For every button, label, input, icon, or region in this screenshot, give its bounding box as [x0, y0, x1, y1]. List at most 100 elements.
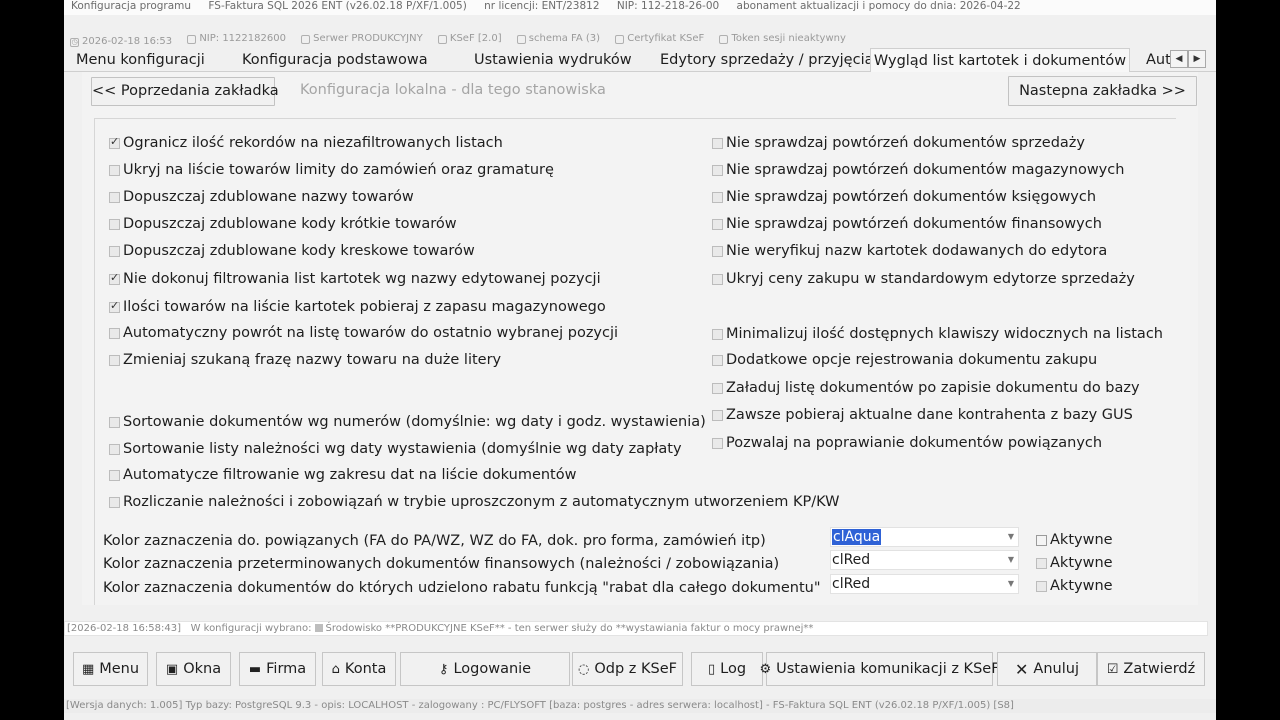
checkbox-no-dup-warehouse[interactable]: Nie sprawdzaj powtórzeń dokumentów magaz…	[712, 161, 1124, 179]
checkbox-reload-list[interactable]: Załaduj listę dokumentów po zapisie doku…	[712, 379, 1140, 397]
checkbox-box[interactable]	[109, 245, 120, 257]
ksef-response-button[interactable]: ◌ Odp z KSeF	[572, 652, 683, 686]
checkbox-box[interactable]	[712, 164, 723, 176]
checkbox-no-dup-financial[interactable]: Nie sprawdzaj powtórzeń dokumentów finan…	[712, 215, 1102, 233]
checkbox-duplicate-barcodes[interactable]: Dopuszczaj zdublowane kody kreskowe towa…	[109, 242, 475, 260]
confirm-button[interactable]: ☑ Zatwierdź	[1097, 652, 1205, 686]
windows-button[interactable]: ▣ Okna	[156, 652, 231, 686]
checkbox-box[interactable]	[109, 299, 120, 313]
checkbox-box[interactable]	[109, 443, 120, 455]
checkbox-box[interactable]	[109, 469, 120, 481]
checkbox-color-linked-active[interactable]: Aktywne	[1036, 531, 1113, 549]
checkbox-color-discount-active[interactable]: Aktywne	[1036, 577, 1113, 595]
checkbox-box[interactable]	[1036, 580, 1047, 592]
tab-wyglad-list[interactable]: Wygląd list kartotek i dokumentów	[870, 48, 1130, 73]
checkbox-sort-receivables[interactable]: Sortowanie listy należności wg daty wyst…	[109, 440, 682, 458]
tab-konfiguracja-podstawowa[interactable]: Konfiguracja podstawowa	[242, 48, 428, 72]
login-button[interactable]: ⚷ Logowanie	[400, 652, 570, 686]
color-overdue-select[interactable]: clRed ▼	[830, 550, 1019, 570]
checkbox-box[interactable]	[109, 135, 120, 149]
next-tab-button[interactable]: Nastepna zakładka >>	[1008, 76, 1197, 106]
chat-icon: ◌	[578, 661, 590, 677]
checkbox-sort-by-number[interactable]: Sortowanie dokumentów wg numerów (domyśl…	[109, 413, 706, 431]
checkbox-box[interactable]	[712, 328, 723, 340]
prev-tab-button[interactable]: << Poprzedania zakładka	[91, 77, 279, 106]
checkbox-box[interactable]	[712, 382, 723, 394]
checkbox-edit-linked-docs[interactable]: Pozwalaj na poprawianie dokumentów powią…	[712, 434, 1102, 452]
menu-button[interactable]: ▦ Menu	[73, 652, 148, 686]
checkbox-auto-return[interactable]: Automatyczny powrót na listę towarów do …	[109, 324, 618, 342]
checkbox-box[interactable]	[712, 137, 723, 149]
checkbox-box[interactable]	[1036, 557, 1047, 569]
checkbox-box[interactable]	[109, 191, 120, 203]
info-prefix: W konfiguracji wybrano:	[190, 623, 312, 634]
checkbox-limit-records[interactable]: Ogranicz ilość rekordów na niezafiltrowa…	[109, 134, 503, 152]
checkbox-hide-purchase-prices[interactable]: Ukryj ceny zakupu w standardowym edytorz…	[712, 270, 1135, 288]
checkbox-box[interactable]	[712, 218, 723, 230]
checkbox-simplified-settlement[interactable]: Rozliczanie należności i zobowiązań w tr…	[109, 493, 839, 511]
checkbox-box[interactable]	[109, 496, 120, 508]
session-status-line: ◷ 2026-02-18 16:53 NIP: 1122182600 Serwer…	[64, 31, 1216, 47]
checkbox-box[interactable]	[712, 354, 723, 366]
checkbox-minimize-keys[interactable]: Minimalizuj ilość dostępnych klawiszy wi…	[712, 325, 1163, 343]
checkbox-box[interactable]	[712, 273, 723, 285]
color-discount-select[interactable]: clRed ▼	[830, 574, 1019, 594]
status-schema: schema FA (3)	[516, 31, 600, 47]
clock-icon: ◷	[70, 37, 79, 47]
info-message-line: [2026-02-18 16:58:43] W konfiguracji wyb…	[64, 621, 1208, 636]
document-icon: ▯	[707, 661, 716, 677]
chevron-down-icon: ▼	[1007, 555, 1014, 564]
checkbox-box[interactable]	[712, 245, 723, 257]
checkbox-box[interactable]	[712, 409, 723, 421]
ksef-icon	[437, 34, 447, 44]
tab-menu-konfiguracji[interactable]: Menu konfiguracji	[76, 48, 205, 72]
checkbox-box[interactable]	[109, 271, 120, 285]
checkbox-box[interactable]	[109, 327, 120, 339]
checkbox-purchase-options[interactable]: Dodatkowe opcje rejestrowania dokumentu …	[712, 351, 1097, 369]
checkbox-no-filter-by-name[interactable]: Nie dokonuj filtrowania list kartotek wg…	[109, 270, 601, 288]
checkbox-box[interactable]	[109, 164, 120, 176]
tab-ustawienia-wydrukow[interactable]: Ustawienia wydruków	[474, 48, 632, 72]
building-icon	[187, 34, 197, 44]
cancel-button[interactable]: ✕ Anuluj	[997, 652, 1097, 686]
checkbox-duplicate-names[interactable]: Dopuszczaj zdublowane nazwy towarów	[109, 188, 414, 206]
server-icon	[301, 34, 311, 44]
color-overdue-label: Kolor zaznaczenia przeterminowanych doku…	[103, 556, 780, 572]
checkbox-auto-date-filter[interactable]: Automatycze filtrowanie wg zakresu dat n…	[109, 466, 576, 484]
check-icon: ☑	[1106, 661, 1119, 677]
checkbox-no-verify-names[interactable]: Nie weryfikuj nazw kartotek dodawanych d…	[712, 242, 1107, 260]
schema-icon	[516, 34, 526, 44]
tab-aut[interactable]: Aut	[1146, 48, 1170, 72]
checkbox-color-overdue-active[interactable]: Aktywne	[1036, 554, 1113, 572]
tab-edytory-sprzedazy[interactable]: Edytory sprzedaży / przyjęcia	[660, 48, 874, 72]
checkbox-box[interactable]	[1036, 534, 1047, 546]
color-linked-select[interactable]: clAqua ▼	[830, 527, 1019, 547]
checkbox-no-dup-accounting[interactable]: Nie sprawdzaj powtórzeń dokumentów księg…	[712, 188, 1096, 206]
checkbox-duplicate-short-codes[interactable]: Dopuszczaj zdublowane kody krótkie towar…	[109, 215, 457, 233]
tab-scroll-left-icon[interactable]: ◀	[1170, 50, 1188, 68]
checkbox-box[interactable]	[109, 416, 120, 428]
checkbox-box[interactable]	[712, 191, 723, 203]
chevron-down-icon: ▼	[1007, 532, 1014, 541]
checkbox-box[interactable]	[109, 218, 120, 230]
ksef-settings-button[interactable]: ⚙ Ustawienia komunikacji z KSeF	[759, 652, 1000, 686]
color-linked-label: Kolor zaznaczenia do. powiązanych (FA do…	[103, 533, 766, 549]
checkbox-box[interactable]	[712, 437, 723, 449]
checkbox-uppercase-search[interactable]: Zmieniaj szukaną frazę nazwy towaru na d…	[109, 351, 501, 369]
accounts-button[interactable]: ⌂ Konta	[322, 652, 396, 686]
status-token: Token sesji nieaktywny	[719, 31, 846, 47]
checkbox-stock-quantities[interactable]: Ilości towarów na liście kartotek pobier…	[109, 298, 606, 316]
checkbox-no-dup-sales[interactable]: Nie sprawdzaj powtórzeń dokumentów sprze…	[712, 134, 1085, 152]
status-certificate: Certyfikat KSeF	[615, 31, 704, 47]
company-button[interactable]: ▬ Firma	[239, 652, 316, 686]
key-icon: ⚷	[438, 661, 449, 677]
checkbox-box[interactable]	[109, 354, 120, 366]
info-time: [2026-02-18 16:58:43]	[67, 623, 182, 634]
home-icon: ⌂	[331, 661, 340, 677]
log-button[interactable]: ▯ Log	[691, 652, 763, 686]
checkbox-hide-limits[interactable]: Ukryj na liście towarów limity do zamówi…	[109, 161, 554, 179]
checkbox-gus-data[interactable]: Zawsze pobieraj aktualne dane kontrahent…	[712, 406, 1133, 424]
company-nip: NIP: 112-218-26-00	[616, 0, 720, 12]
tab-scroll-right-icon[interactable]: ▶	[1188, 50, 1206, 68]
app-title: Konfiguracja programu	[71, 0, 192, 12]
